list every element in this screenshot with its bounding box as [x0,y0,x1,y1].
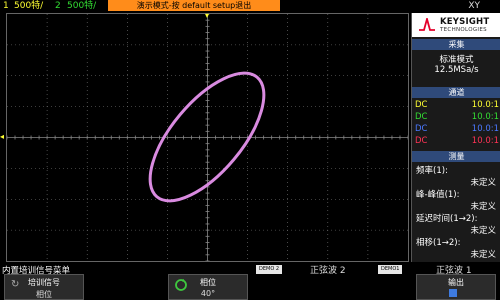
measure-phase-value: 未定义 [470,250,496,260]
channel-row-2: DC 10.0:1 [415,112,499,122]
channel-row-1: DC 10.0:1 [415,100,499,110]
brand-subtitle: TECHNOLOGIES [440,27,487,33]
demo1-tag: DEMO1 [378,265,403,274]
demo2-signal: 正弦波 2 [310,266,346,276]
sample-rate: 12.5MSa/s [434,65,479,75]
ground-marker-icon[interactable]: ◂ [0,132,4,141]
ch1-number[interactable]: 1 [3,0,9,12]
measure-freq-value: 未定义 [470,178,496,188]
measure-freq-label: 频率(1): [416,166,448,176]
channel-row-3: DC 10.0:1 [415,124,499,134]
demo-mode-banner: 演示模式-按 default setup退出 [108,0,280,11]
ch2-scale[interactable]: 500特/ [67,0,96,12]
channel-row-4: DC 10.0:1 [415,136,499,146]
measure-pp-value: 未定义 [470,202,496,212]
softkey-output[interactable]: 输出 [416,274,496,300]
graticule [7,14,408,261]
channels-header: 通道 [412,87,500,98]
xy-trace [148,71,266,203]
measure-pp-label: 峰-峰值(1): [416,190,460,200]
measure-delay-label: 延迟时间(1→2): [416,214,478,224]
keysight-wave-icon [419,18,435,31]
brand-logo: KEYSIGHT TECHNOLOGIES [412,13,500,37]
info-panel: KEYSIGHT TECHNOLOGIES 采集 标准模式 12.5MSa/s … [411,13,500,262]
acquire-mode: 标准模式 [439,55,474,65]
ch1-scale[interactable]: 500特/ [14,0,43,12]
softkey-training-signal[interactable]: ↻ 培训信号 相位 [4,274,84,300]
softkey-phase[interactable]: 相位 40° [168,274,248,300]
acquire-header: 采集 [412,39,500,50]
trigger-marker-icon[interactable]: ▾ [205,11,209,20]
measure-header: 测量 [412,151,500,162]
output-on-indicator [449,289,457,297]
ch2-number[interactable]: 2 [55,0,61,12]
demo2-tag: DEMO 2 [256,265,283,274]
measure-phase-label: 相移(1→2): [416,238,461,248]
display-mode-label: XY [468,1,480,11]
measure-delay-value: 未定义 [470,226,496,236]
waveform-display[interactable] [6,13,409,262]
brand-name: KEYSIGHT [440,17,490,27]
